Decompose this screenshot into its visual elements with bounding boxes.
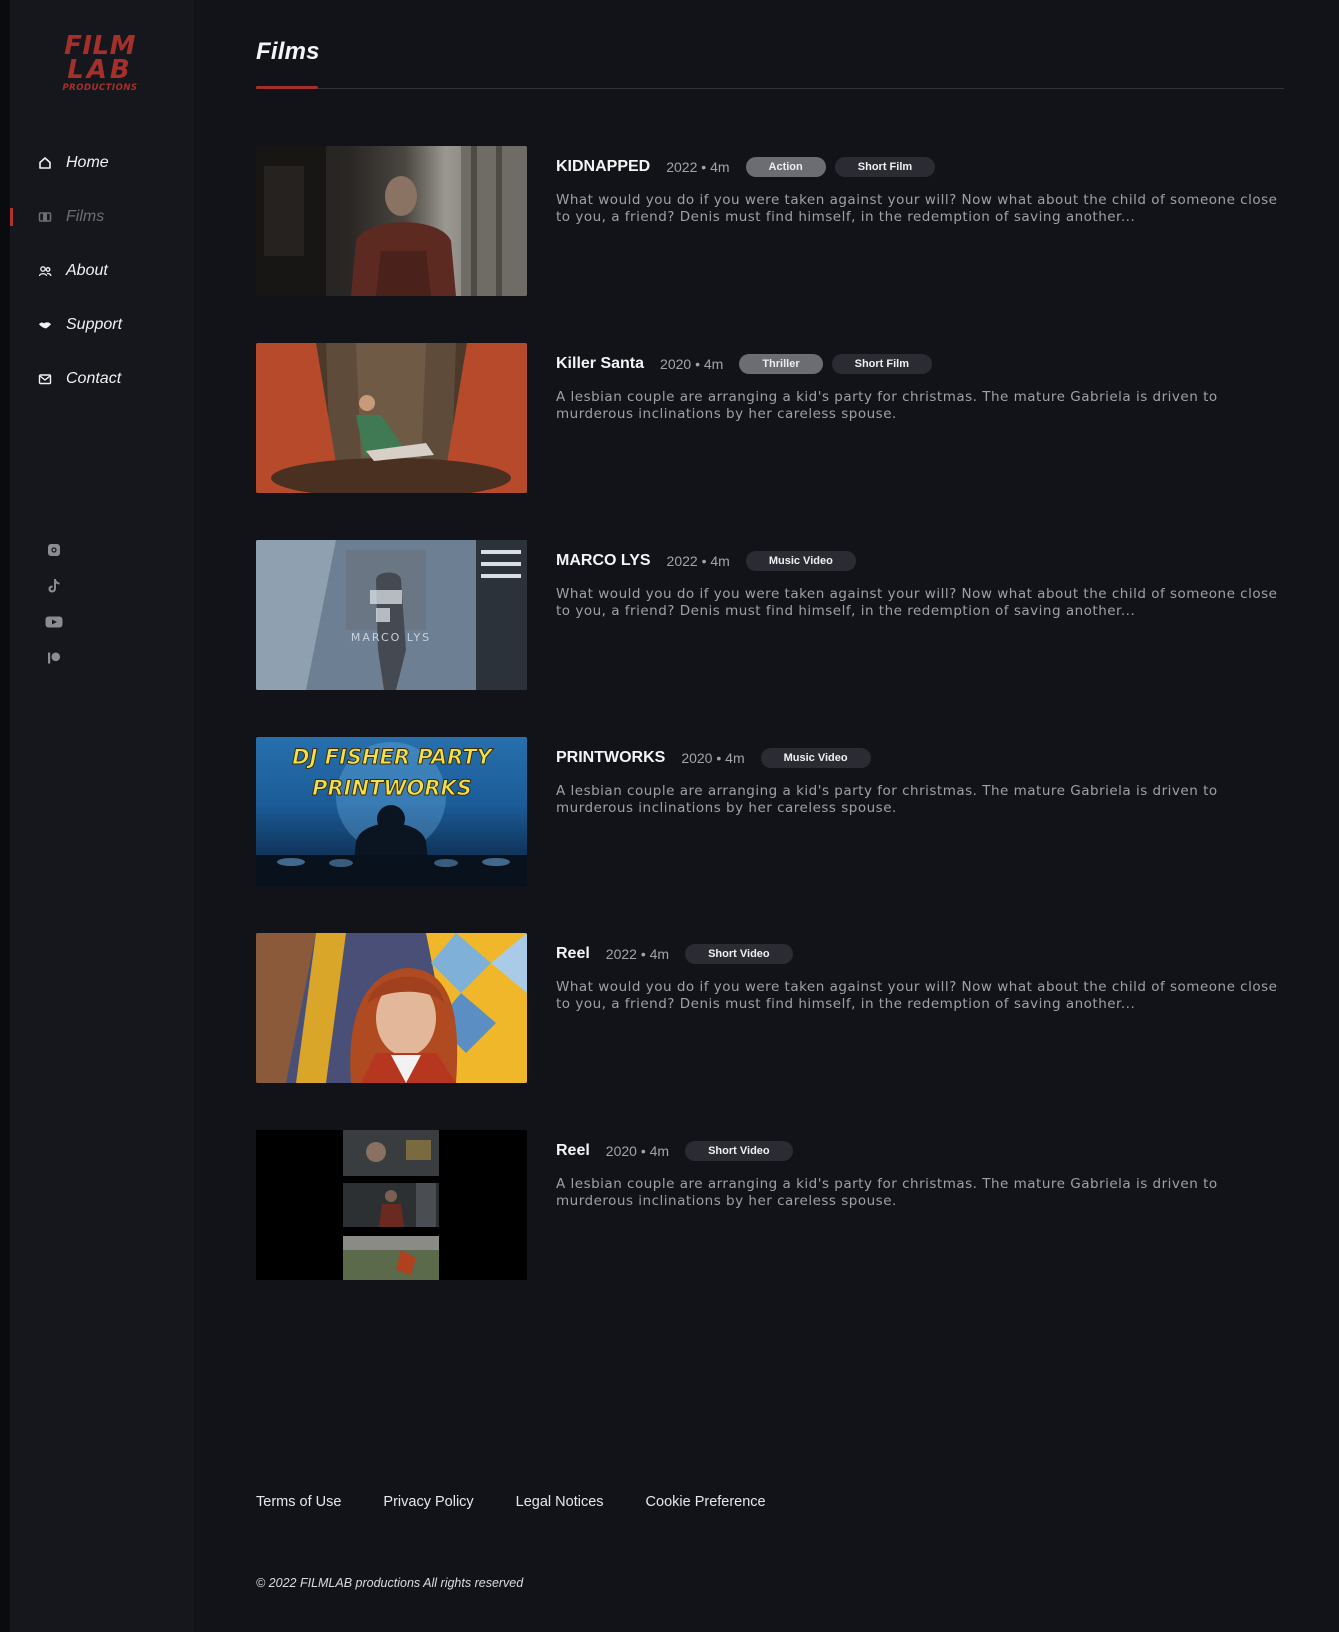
format-tag[interactable]: Short Film bbox=[834, 157, 936, 177]
sidebar-nav: Home Films About Support Contact bbox=[10, 136, 194, 406]
patreon-icon[interactable] bbox=[44, 648, 64, 668]
film-title[interactable]: Killer Santa bbox=[556, 355, 644, 373]
copyright: © 2022 FILMLAB productions All rights re… bbox=[256, 1576, 524, 1590]
sidebar-item-films[interactable]: Films bbox=[10, 190, 194, 244]
privacy-policy-link[interactable]: Privacy Policy bbox=[383, 1494, 473, 1510]
film-info: Killer Santa 2020 • 4m Thriller Short Fi… bbox=[556, 353, 1284, 423]
film-description: A lesbian couple are arranging a kid's p… bbox=[556, 389, 1218, 422]
film-year: 2020 bbox=[681, 750, 713, 766]
film-item[interactable]: Reel 2020 • 4m Short Video A lesbian cou… bbox=[256, 1130, 1284, 1280]
logo-line-2: LAB bbox=[67, 55, 133, 85]
mail-icon bbox=[38, 372, 52, 386]
film-item[interactable]: KIDNAPPED 2022 • 4m Action Short Film Wh… bbox=[256, 146, 1284, 296]
film-info: PRINTWORKS 2020 • 4m Music Video A lesbi… bbox=[556, 747, 1284, 817]
cookie-preference-link[interactable]: Cookie Preference bbox=[646, 1494, 766, 1510]
film-title[interactable]: MARCO LYS bbox=[556, 552, 651, 570]
page-title: Films bbox=[256, 38, 320, 65]
sidebar-item-label: Support bbox=[66, 316, 123, 333]
sidebar-item-contact[interactable]: Contact bbox=[10, 352, 194, 406]
sidebar-item-label: Home bbox=[66, 154, 109, 171]
film-item[interactable]: Reel 2022 • 4m Short Video What would yo… bbox=[256, 933, 1284, 1083]
title-accent-underline bbox=[256, 86, 318, 89]
film-thumbnail[interactable]: DJ FISHER PARTY PRINTWORKS bbox=[256, 737, 527, 887]
film-meta: 2020 • 4m bbox=[681, 750, 745, 766]
tiktok-icon[interactable] bbox=[44, 576, 64, 596]
thumbnail-caption: MARCO LYS bbox=[351, 631, 431, 644]
sidebar-item-label: Contact bbox=[66, 370, 122, 387]
film-duration: 4m bbox=[649, 946, 670, 962]
active-indicator bbox=[10, 208, 13, 226]
film-duration: 4m bbox=[703, 356, 724, 372]
film-title[interactable]: Reel bbox=[556, 945, 590, 963]
film-thumbnail[interactable]: MARCO LYS bbox=[256, 540, 527, 690]
film-title[interactable]: Reel bbox=[556, 1142, 590, 1160]
legal-notices-link[interactable]: Legal Notices bbox=[516, 1494, 604, 1510]
film-thumbnail[interactable] bbox=[256, 933, 527, 1083]
film-meta: 2022 • 4m bbox=[605, 946, 670, 962]
footer-links: Terms of Use Privacy Policy Legal Notice… bbox=[256, 1494, 808, 1510]
film-year: 2022 bbox=[666, 553, 698, 569]
film-title[interactable]: KIDNAPPED bbox=[556, 158, 650, 176]
sidebar-item-about[interactable]: About bbox=[10, 244, 194, 298]
handshake-icon bbox=[38, 318, 52, 332]
film-thumbnail[interactable] bbox=[256, 1130, 527, 1280]
film-info: KIDNAPPED 2022 • 4m Action Short Film Wh… bbox=[556, 156, 1284, 226]
instagram-icon[interactable] bbox=[44, 540, 64, 560]
filmlab-logo[interactable]: FILM LAB PRODUCTIONS bbox=[52, 33, 148, 93]
users-icon bbox=[38, 264, 52, 278]
title-divider bbox=[256, 88, 1284, 89]
left-edge bbox=[0, 0, 10, 1632]
film-meta: 2020 • 4m bbox=[660, 356, 724, 372]
logo-line-3: PRODUCTIONS bbox=[62, 83, 138, 93]
format-tag[interactable]: Music Video bbox=[745, 551, 856, 571]
film-description: What would you do if you were taken agai… bbox=[556, 979, 1278, 1012]
sidebar-item-support[interactable]: Support bbox=[10, 298, 194, 352]
film-description: A lesbian couple are arranging a kid's p… bbox=[556, 783, 1218, 816]
film-meta: 2020 • 4m bbox=[605, 1143, 670, 1159]
home-icon bbox=[38, 156, 52, 170]
film-duration: 4m bbox=[725, 750, 745, 766]
sidebar-item-label: Films bbox=[66, 208, 105, 225]
film-description: A lesbian couple are arranging a kid's p… bbox=[556, 1176, 1218, 1209]
film-description: What would you do if you were taken agai… bbox=[556, 192, 1278, 225]
film-description: What would you do if you were taken agai… bbox=[556, 586, 1278, 619]
format-tag[interactable]: Short Video bbox=[685, 1141, 793, 1161]
film-year: 2022 bbox=[605, 946, 637, 962]
film-meta: 2022 • 4m bbox=[666, 159, 730, 175]
film-duration: 4m bbox=[649, 1143, 670, 1159]
format-tag[interactable]: Music Video bbox=[760, 748, 871, 768]
film-info: MARCO LYS 2022 • 4m Music Video What wou… bbox=[556, 550, 1284, 620]
film-item[interactable]: DJ FISHER PARTY PRINTWORKS PRINTWORKS 20… bbox=[256, 737, 1284, 887]
genre-tag[interactable]: Action bbox=[745, 157, 826, 177]
film-item[interactable]: MARCO LYS MARCO LYS 2022 • 4m Music Vide… bbox=[256, 540, 1284, 690]
format-tag[interactable]: Short Film bbox=[831, 354, 933, 374]
film-info: Reel 2020 • 4m Short Video A lesbian cou… bbox=[556, 1140, 1284, 1210]
film-info: Reel 2022 • 4m Short Video What would yo… bbox=[556, 943, 1284, 1013]
film-icon bbox=[38, 210, 52, 224]
film-meta: 2022 • 4m bbox=[666, 553, 730, 569]
terms-of-use-link[interactable]: Terms of Use bbox=[256, 1494, 341, 1510]
film-item[interactable]: Killer Santa 2020 • 4m Thriller Short Fi… bbox=[256, 343, 1284, 493]
film-title[interactable]: PRINTWORKS bbox=[556, 749, 665, 767]
film-year: 2020 bbox=[660, 356, 692, 372]
film-year: 2022 bbox=[666, 159, 698, 175]
social-links bbox=[44, 540, 64, 684]
format-tag[interactable]: Short Video bbox=[685, 944, 793, 964]
genre-tag[interactable]: Thriller bbox=[739, 354, 823, 374]
film-thumbnail[interactable] bbox=[256, 146, 527, 296]
thumbnail-subheadline: PRINTWORKS bbox=[312, 776, 472, 800]
youtube-icon[interactable] bbox=[44, 612, 64, 632]
film-thumbnail[interactable] bbox=[256, 343, 527, 493]
film-year: 2020 bbox=[605, 1143, 637, 1159]
film-duration: 4m bbox=[710, 553, 730, 569]
sidebar-item-label: About bbox=[66, 262, 108, 279]
thumbnail-headline: DJ FISHER PARTY bbox=[292, 745, 494, 769]
film-duration: 4m bbox=[710, 159, 730, 175]
sidebar-item-home[interactable]: Home bbox=[10, 136, 194, 190]
